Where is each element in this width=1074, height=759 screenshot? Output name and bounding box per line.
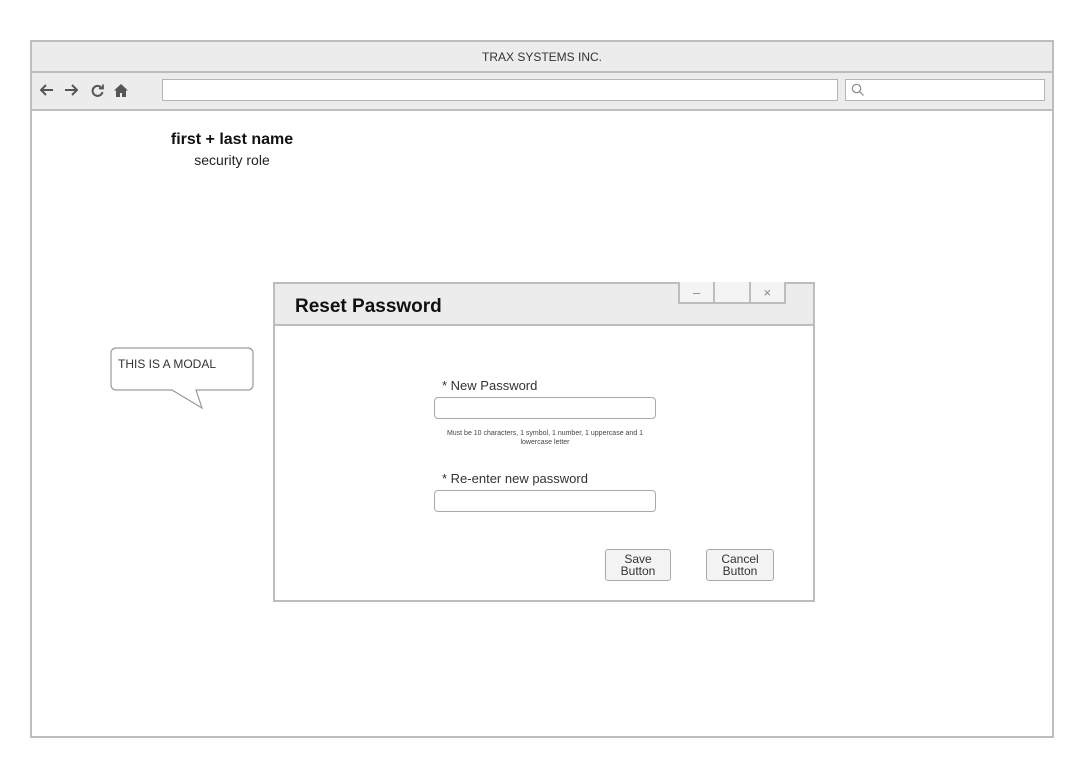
window-controls: – × <box>678 282 786 304</box>
callout-text: THIS IS A MODAL <box>118 357 217 371</box>
cancel-button-label-line2: Button <box>722 564 758 578</box>
minimize-icon: – <box>693 284 701 300</box>
reset-password-modal: Reset Password – × * New Password Must b… <box>273 282 815 602</box>
window-title: TRAX SYSTEMS INC. <box>481 49 603 64</box>
navigation-bar <box>32 73 1052 111</box>
search-input[interactable] <box>845 79 1045 101</box>
save-button[interactable]: Save Button <box>605 549 671 581</box>
user-security-role: security role <box>194 152 270 168</box>
close-button[interactable]: × <box>748 282 784 302</box>
home-icon[interactable] <box>112 79 130 101</box>
user-name: first + last name <box>170 131 294 148</box>
password-requirements-hint: Must be 10 characters, 1 symbol, 1 numbe… <box>446 430 644 446</box>
modal-header: Reset Password – × <box>275 282 813 326</box>
reenter-password-input[interactable] <box>434 490 656 512</box>
modal-callout: THIS IS A MODAL <box>110 347 254 410</box>
minimize-button[interactable]: – <box>680 282 713 302</box>
reload-icon[interactable] <box>88 79 106 101</box>
forward-arrow-icon[interactable] <box>62 79 80 101</box>
title-bar: TRAX SYSTEMS INC. <box>32 42 1052 73</box>
search-icon <box>851 83 864 96</box>
modal-title: Reset Password <box>295 296 442 317</box>
back-arrow-icon[interactable] <box>38 79 56 101</box>
close-icon: × <box>763 284 772 300</box>
save-button-label-line2: Button <box>620 564 656 578</box>
maximize-button[interactable] <box>713 282 748 302</box>
url-input[interactable] <box>162 79 838 101</box>
cancel-button[interactable]: Cancel Button <box>706 549 774 581</box>
new-password-input[interactable] <box>434 397 656 419</box>
new-password-label: * New Password <box>442 378 538 393</box>
reenter-password-label: * Re-enter new password <box>442 471 588 486</box>
